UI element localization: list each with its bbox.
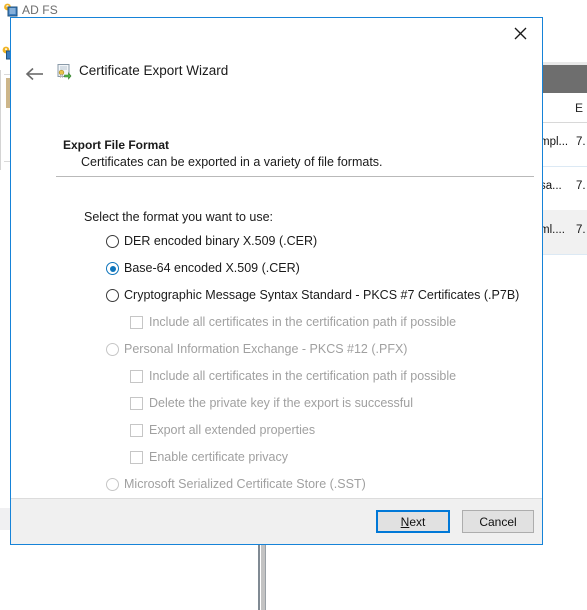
header-divider	[56, 176, 534, 177]
close-icon[interactable]	[498, 18, 542, 48]
option-label: DER encoded binary X.509 (.CER)	[124, 234, 318, 248]
option-sst: Microsoft Serialized Certificate Store (…	[106, 475, 536, 496]
wizard-title: Certificate Export Wizard	[79, 63, 229, 78]
option-label: Include all certificates in the certific…	[149, 369, 457, 383]
checkbox-pfx-export-extended-icon	[130, 424, 143, 437]
radio-pkcs7-icon[interactable]	[106, 289, 119, 302]
next-label-rest: ext	[409, 514, 426, 529]
radio-base64-icon[interactable]	[106, 262, 119, 275]
row-value: 7.	[576, 136, 586, 148]
checkbox-pkcs7-include-all-icon	[130, 316, 143, 329]
radio-der-icon[interactable]	[106, 235, 119, 248]
option-der[interactable]: DER encoded binary X.509 (.CER)	[106, 232, 536, 253]
option-label: Delete the private key if the export is …	[149, 396, 414, 410]
option-pfx-include-all: Include all certificates in the certific…	[106, 367, 536, 388]
row-name: ml....	[540, 224, 565, 236]
next-button[interactable]: Next	[376, 510, 450, 533]
certificate-export-icon	[54, 63, 72, 81]
option-pfx-enable-privacy: Enable certificate privacy	[106, 448, 536, 469]
table-row[interactable]: mpl... 7.	[538, 122, 587, 167]
pane-splitter[interactable]	[258, 534, 260, 610]
background-left-pane-divider	[0, 70, 1, 170]
radio-pfx-icon	[106, 343, 119, 356]
table-row[interactable]: sa... 7.	[538, 166, 587, 211]
back-arrow-icon[interactable]	[22, 61, 48, 87]
option-base64[interactable]: Base-64 encoded X.509 (.CER)	[106, 259, 536, 280]
dialog-footer: Next Cancel	[11, 498, 542, 544]
option-label: Microsoft Serialized Certificate Store (…	[124, 477, 366, 491]
option-pfx-delete-key: Delete the private key if the export is …	[106, 394, 536, 415]
option-label: Export all extended properties	[149, 423, 316, 437]
column-header-e[interactable]: E	[575, 101, 583, 115]
option-pkcs7-include-all: Include all certificates in the certific…	[106, 313, 536, 334]
certificate-export-wizard-dialog: Certificate Export Wizard Export File Fo…	[10, 17, 543, 545]
background-window-title: AD FS	[22, 3, 58, 17]
row-value: 7.	[576, 224, 586, 236]
option-label: Enable certificate privacy	[149, 450, 288, 464]
row-name: sa...	[540, 180, 562, 192]
page-title: Export File Format	[63, 138, 170, 152]
option-label: Base-64 encoded X.509 (.CER)	[124, 261, 300, 275]
row-value: 7.	[576, 180, 586, 192]
pane-splitter-edge	[265, 534, 266, 610]
cancel-label: Cancel	[479, 514, 517, 529]
option-pkcs7[interactable]: Cryptographic Message Syntax Standard - …	[106, 286, 536, 307]
page-subtitle: Certificates can be exported in a variet…	[81, 155, 383, 169]
checkbox-pfx-delete-key-icon	[130, 397, 143, 410]
cancel-button[interactable]: Cancel	[462, 510, 534, 533]
format-options-group: DER encoded binary X.509 (.CER) Base-64 …	[106, 232, 536, 498]
row-name: mpl...	[540, 136, 569, 148]
option-pfx: Personal Information Exchange - PKCS #12…	[106, 340, 536, 361]
background-list-selected-band	[540, 65, 587, 93]
option-label: Cryptographic Message Syntax Standard - …	[124, 288, 520, 302]
checkbox-pfx-include-all-icon	[130, 370, 143, 383]
option-pfx-export-extended: Export all extended properties	[106, 421, 536, 442]
option-label: Include all certificates in the certific…	[149, 315, 457, 329]
table-row[interactable]: ml.... 7.	[538, 210, 587, 255]
option-label: Personal Information Exchange - PKCS #12…	[124, 342, 408, 356]
wizard-header: Certificate Export Wizard	[11, 56, 542, 92]
page-heading-block: Export File Format Certificates can be e…	[63, 138, 503, 169]
checkbox-pfx-enable-privacy-icon	[130, 451, 143, 464]
format-prompt-label: Select the format you want to use:	[84, 210, 273, 224]
radio-sst-icon	[106, 478, 119, 491]
